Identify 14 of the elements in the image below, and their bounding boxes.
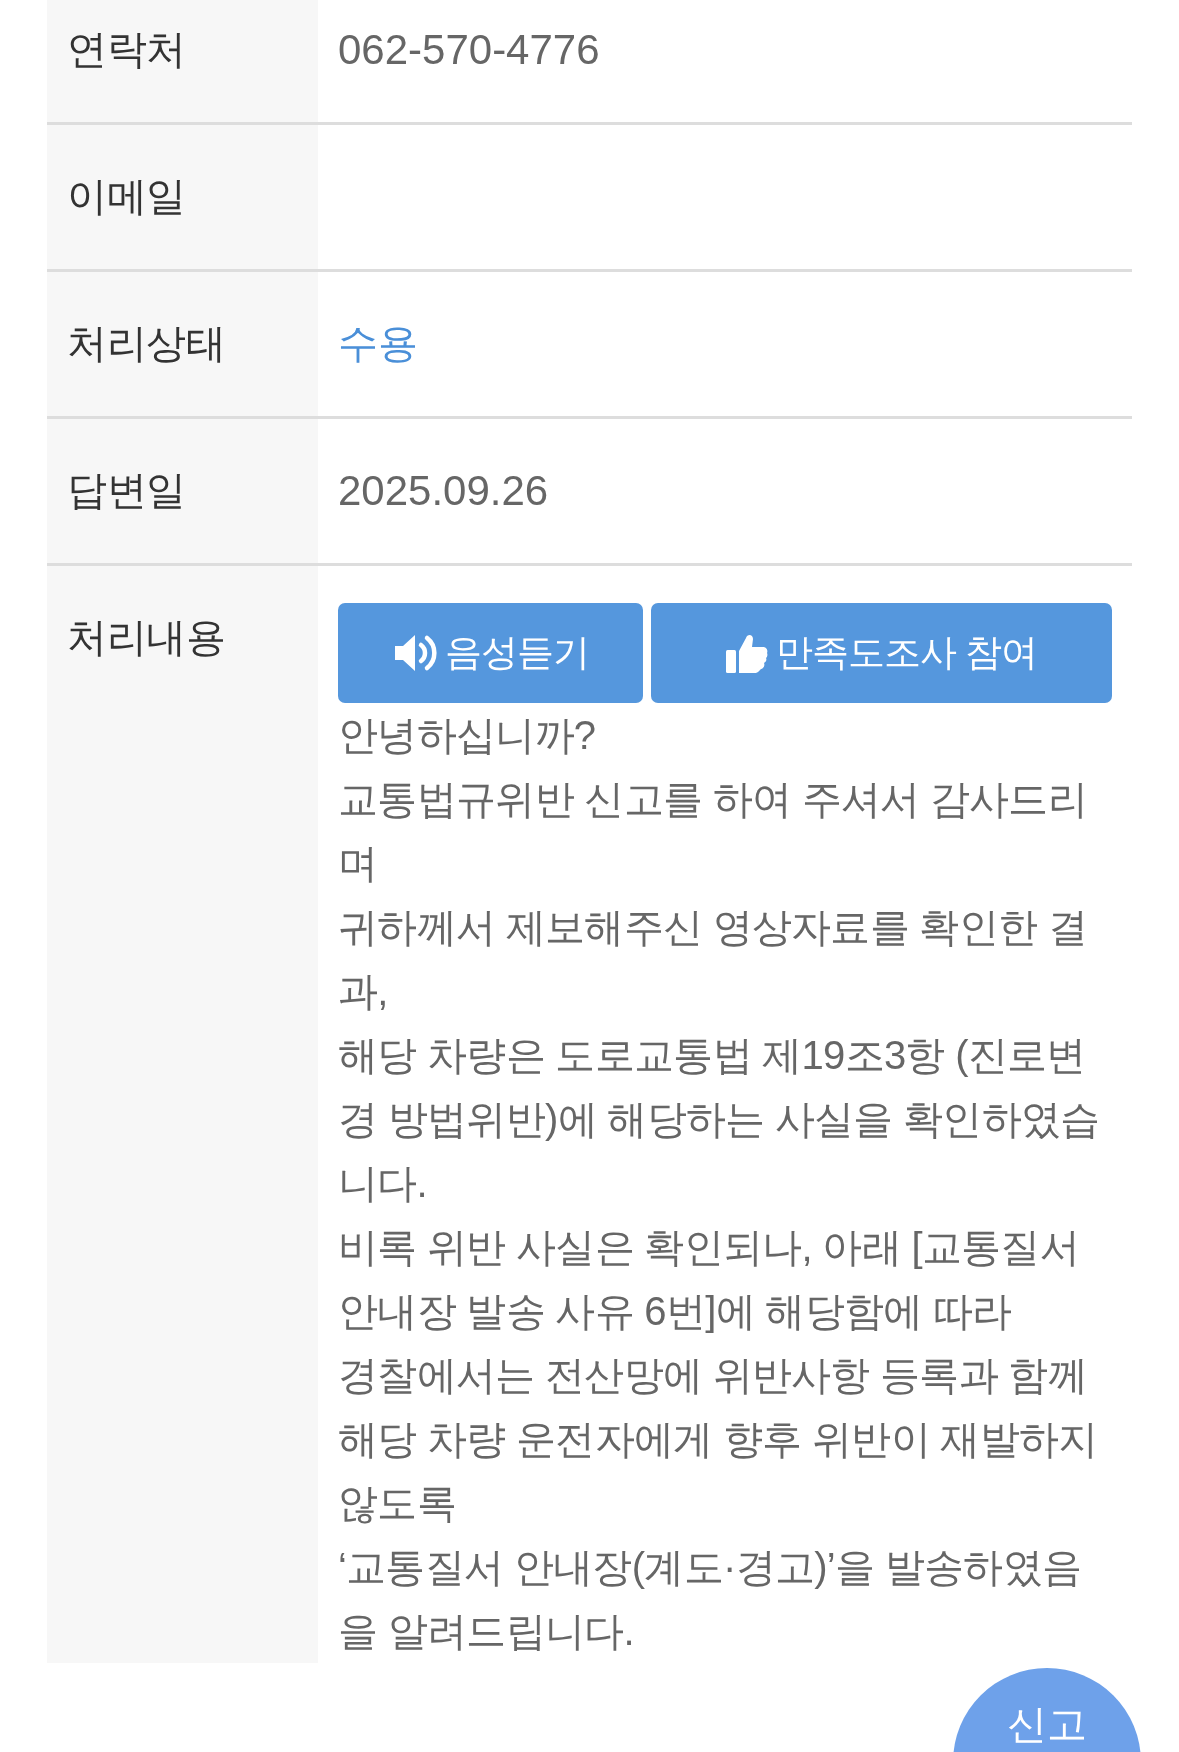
field-label: 이메일 bbox=[67, 173, 186, 220]
reply-text: 안녕하십니까? 교통법규위반 신고를 하여 주셔서 감사드리며 귀하께서 제보해주신 영상자료를 확인한 결과, 해당 차량은 도로교통법 제19조3항 (진로변경 방법위반)에 해당하는 사실을 확인하였습니다. 비록 위반 사실은 확인되나, 아래 [교통질서 안내장 발송 사유 6번]에 해당함에 따라 경찰에서는 전산망에 위반사항 등록과 함께 해당 차량 운전자에게 향후 위반이 재발하지 않도록 ‘교통질서 안내장(계도·경고)’을 발송하였음을 알려드립니다. bbox=[338, 712, 1101, 1655]
field-value: 062-570-4776 bbox=[338, 25, 600, 75]
field-value: 2025.09.26 bbox=[338, 466, 549, 516]
field-label: 처리상태 bbox=[67, 320, 225, 367]
field-label: 답변일 bbox=[67, 467, 186, 514]
field-label: 연락처 bbox=[67, 26, 186, 73]
report-button[interactable]: 신고 bbox=[953, 1668, 1141, 1752]
field-label: 처리내용 bbox=[67, 614, 225, 661]
speaker-icon bbox=[392, 633, 437, 673]
status-value: 수용 bbox=[338, 320, 418, 367]
thumbs-up-icon bbox=[725, 633, 768, 673]
listen-button[interactable]: 음성듣기 bbox=[338, 603, 643, 703]
survey-button[interactable]: 만족도조사 참여 bbox=[651, 603, 1112, 703]
